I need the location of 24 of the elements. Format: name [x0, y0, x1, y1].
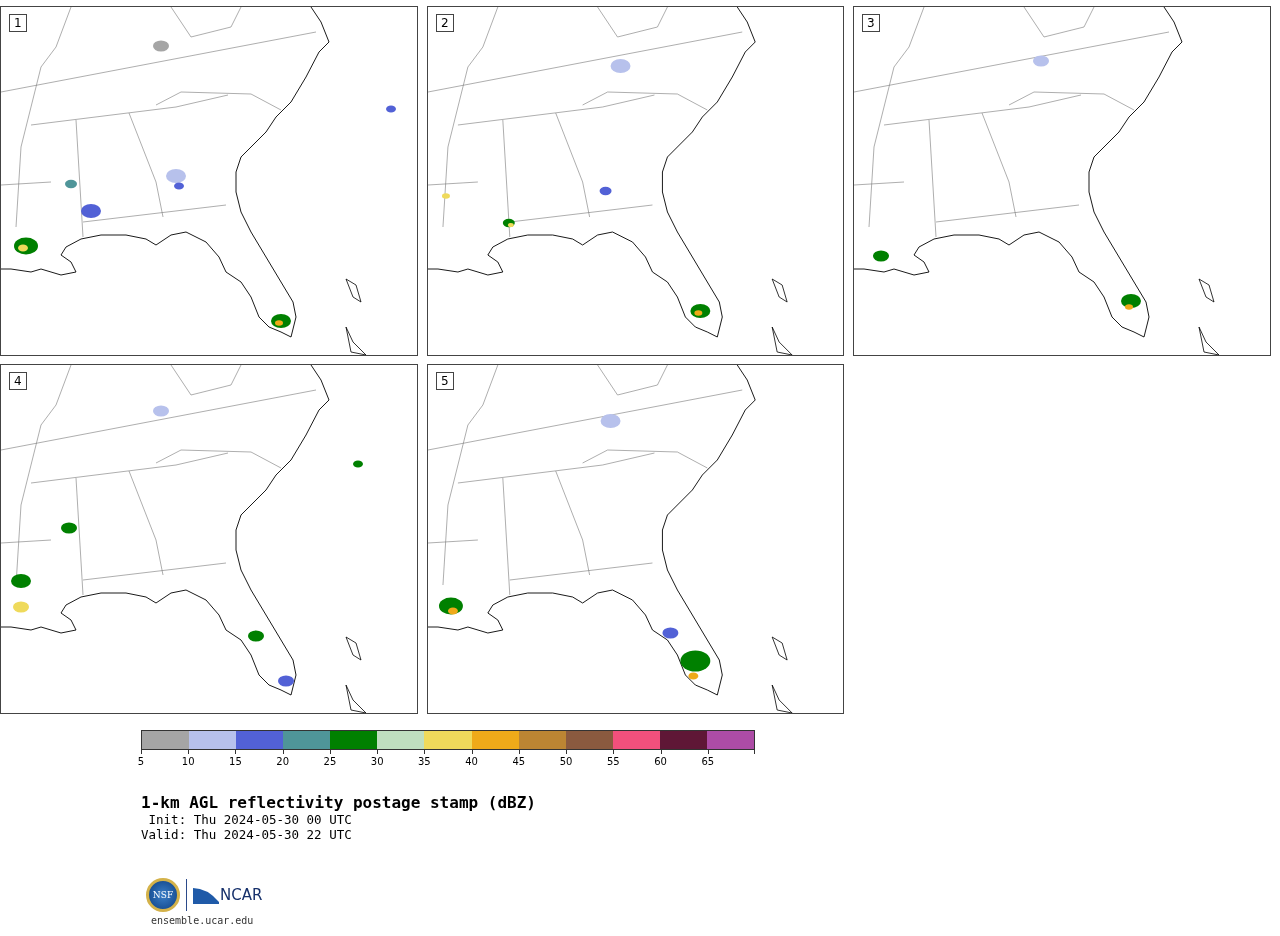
panel-number: 5 — [436, 372, 454, 390]
panel-number: 4 — [9, 372, 27, 390]
tick-label: 40 — [465, 756, 478, 767]
valid-time: Valid: Thu 2024-05-30 22 UTC — [141, 827, 353, 842]
panel-number: 3 — [862, 14, 880, 32]
init-time: Init: Thu 2024-05-30 00 UTC — [147, 812, 353, 827]
tick-label: 15 — [229, 756, 242, 767]
tick-label: 55 — [606, 756, 620, 767]
tick-label: 35 — [418, 756, 431, 767]
tick-label: 20 — [276, 756, 290, 767]
tick-label: 10 — [181, 756, 195, 767]
chart-title: 1-km AGL reflectivity postage stamp (dBZ) — [141, 793, 537, 812]
tick-label: 5 — [137, 756, 145, 767]
tick-label: 60 — [654, 756, 667, 767]
tick-label: 65 — [701, 756, 715, 767]
tick-label: 25 — [323, 756, 337, 767]
tick-label: 50 — [559, 756, 573, 767]
ncar-logo: NCAR — [193, 886, 263, 904]
seal-logo: NSF — [146, 878, 180, 912]
panel-number: 1 — [9, 14, 27, 32]
panel-number: 2 — [436, 14, 454, 32]
tick-label: 30 — [370, 756, 384, 767]
website-url: ensemble.ucar.edu — [151, 915, 255, 926]
tick-label: 45 — [512, 756, 526, 767]
